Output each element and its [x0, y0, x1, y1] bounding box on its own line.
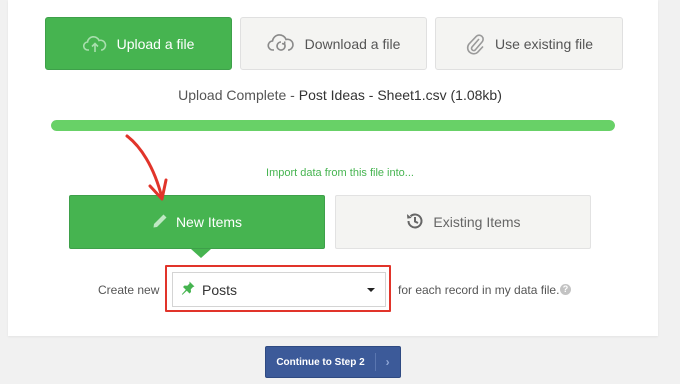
post-type-selected: Posts: [202, 281, 238, 298]
use-existing-file-label: Use existing file: [494, 35, 594, 52]
active-tab-pointer: [191, 249, 211, 258]
upload-status: Upload Complete - Post Ideas - Sheet1.cs…: [0, 87, 680, 103]
each-record-label: for each record in my data file.: [398, 283, 560, 297]
use-existing-file-button[interactable]: Use existing file: [435, 17, 623, 70]
pencil-icon: [152, 213, 168, 232]
help-icon[interactable]: ?: [560, 284, 571, 295]
history-icon: [405, 211, 425, 234]
cloud-download-icon: [267, 33, 295, 55]
continue-step-2-button[interactable]: Continue to Step 2 ›: [265, 346, 401, 378]
continue-divider: [374, 353, 376, 371]
download-file-button[interactable]: Download a file: [240, 17, 427, 70]
import-prompt: Import data from this file into...: [266, 167, 414, 179]
upload-status-separator: -: [286, 87, 299, 103]
annotation-arrow: [125, 134, 168, 201]
upload-status-prefix: Upload Complete: [178, 87, 287, 103]
download-file-label: Download a file: [304, 35, 401, 52]
post-type-select[interactable]: Posts: [172, 272, 386, 307]
pushpin-icon: [181, 281, 195, 298]
upload-file-button[interactable]: Upload a file: [45, 17, 232, 70]
existing-items-label: Existing Items: [433, 214, 521, 230]
upload-filename: Post Ideas - Sheet1.csv (1.08kb): [298, 87, 502, 103]
existing-items-button[interactable]: Existing Items: [335, 195, 591, 249]
paperclip-icon: [465, 32, 485, 56]
create-new-label: Create new: [98, 283, 160, 297]
chevron-right-icon: ›: [385, 355, 390, 369]
upload-file-label: Upload a file: [116, 35, 195, 52]
new-items-label: New Items: [175, 214, 243, 230]
cloud-upload-icon: [82, 34, 107, 54]
continue-label: Continue to Step 2: [276, 356, 365, 368]
chevron-down-icon: [367, 288, 375, 292]
new-items-button[interactable]: New Items: [69, 195, 325, 249]
